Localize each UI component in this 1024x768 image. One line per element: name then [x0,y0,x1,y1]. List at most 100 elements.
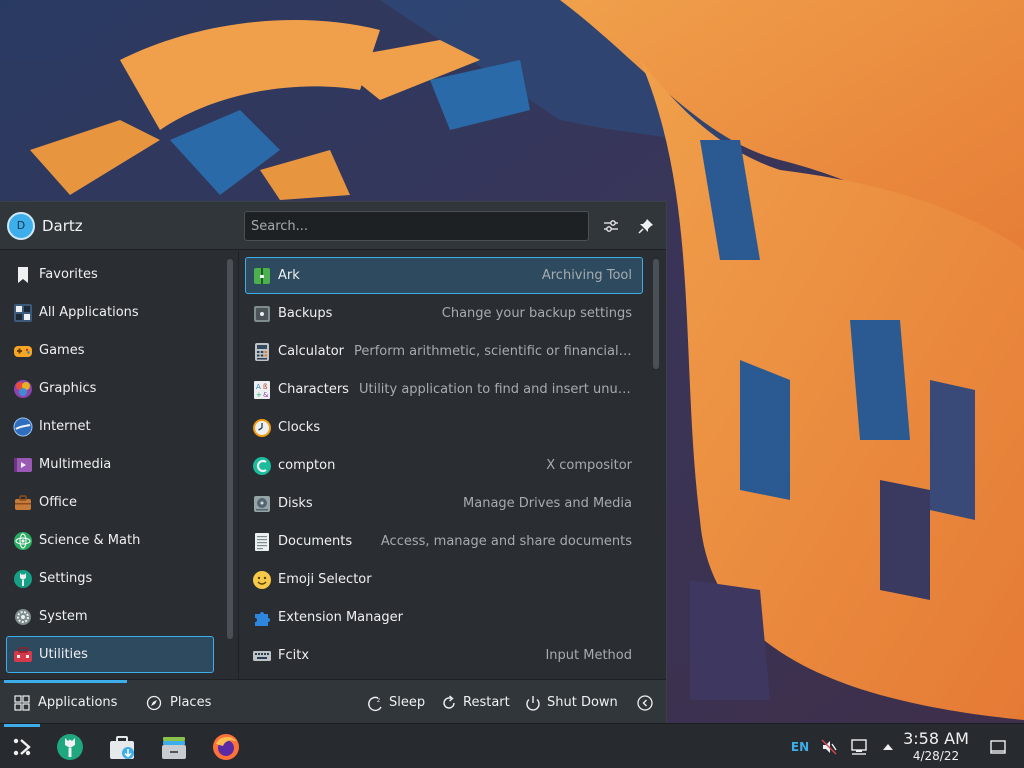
category-office[interactable]: Office [6,484,214,521]
button-label: Restart [463,695,510,710]
pin-icon [638,219,653,234]
app-item-clocks[interactable]: Clocks [245,409,643,446]
app-name: Extension Manager [278,610,403,625]
category-all-applications[interactable]: All Applications [6,294,214,331]
category-system[interactable]: System [6,598,214,635]
clock-icon [252,418,272,438]
firefox-icon [213,733,239,760]
app-description: Manage Drives and Media [463,496,632,511]
app-name: compton [278,458,336,473]
category-label: Multimedia [39,457,112,472]
document-icon [252,532,272,552]
category-label: All Applications [39,305,139,320]
app-description: Utility application to find and insert u… [358,382,632,397]
taskbar-settings-app[interactable] [50,724,90,768]
discover-icon [110,735,134,759]
app-item-ark[interactable]: Ark Archiving Tool [245,257,643,294]
launcher-header: D Dartz [0,202,666,250]
app-item-compton[interactable]: compton X compositor [245,447,643,484]
category-label: Utilities [39,647,88,662]
category-label: System [39,609,88,624]
keyboard-icon [252,646,272,666]
app-item-disks[interactable]: Disks Manage Drives and Media [245,485,643,522]
avatar[interactable]: D [7,212,35,240]
category-label: Internet [39,419,91,434]
sidebar-scrollbar[interactable] [227,259,233,639]
tab-applications[interactable]: Applications [3,680,128,725]
category-label: Science & Math [39,533,141,548]
app-description: X compositor [546,458,632,473]
category-internet[interactable]: Internet [6,408,214,445]
emoji-icon [252,570,272,590]
keyboard-layout-indicator[interactable]: EN [788,724,812,768]
show-desktop-button[interactable] [986,724,1010,768]
taskbar-files-app[interactable] [154,724,194,768]
digital-clock[interactable]: 3:58 AM 4/28/22 [900,730,972,764]
volume-button[interactable] [818,724,840,768]
app-description: Change your backup settings [441,306,632,321]
bookmark-icon [13,265,33,285]
configure-button[interactable] [598,213,624,239]
app-description: Perform arithmetic, scientific or financ… [354,344,632,359]
category-utilities[interactable]: Utilities [6,636,214,673]
app-description: Access, manage and share documents [380,534,632,549]
disk-icon [252,494,272,514]
pin-button[interactable] [633,213,659,239]
category-favorites[interactable]: Favorites [6,256,214,293]
briefcase-icon [13,493,33,513]
clock-time: 3:58 AM [903,729,969,748]
settings-app-icon [57,733,83,760]
characters-icon: Aß + & [252,380,272,400]
app-list-scrollbar[interactable] [653,259,659,369]
application-list: Ark Archiving Tool Backups Change your b… [239,251,666,679]
app-item-calculator[interactable]: Calculator Perform arithmetic, scientifi… [245,333,643,370]
clock-date: 4/28/22 [912,749,960,763]
app-description: Input Method [545,648,632,663]
app-item-fcitx[interactable]: Fcitx Input Method [245,637,643,674]
app-item-documents[interactable]: Documents Access, manage and share docum… [245,523,643,560]
app-name: Documents [278,534,353,549]
network-button[interactable] [848,724,870,768]
app-name: Ark [278,268,300,283]
sleep-button[interactable]: z Sleep [366,680,425,725]
category-science-math[interactable]: Science & Math [6,522,214,559]
launcher-button[interactable] [2,724,42,768]
grid-icon [14,694,30,711]
atom-icon [13,531,33,551]
launcher-icon [13,738,31,755]
category-graphics[interactable]: Graphics [6,370,214,407]
app-item-characters[interactable]: Aß + & Characters Utility application to f… [245,371,643,408]
app-item-emoji-selector[interactable]: Emoji Selector [245,561,643,598]
app-name: Characters [278,382,349,397]
sleep-icon: z [368,696,382,711]
taskbar-discover-app[interactable] [102,724,142,768]
toolbox-icon [13,645,33,665]
wrench-icon [13,569,33,589]
sliders-icon [604,220,618,232]
restart-button[interactable]: Restart [440,680,510,725]
power-icon [526,695,540,711]
svg-text:ß: ß [263,383,268,391]
svg-text:&: & [263,391,269,399]
archive-icon [252,266,272,286]
compass-icon [146,695,162,710]
files-icon [162,736,186,759]
more-options-button[interactable] [636,680,659,725]
globe-icon [13,417,33,437]
button-label: Sleep [389,695,426,710]
category-label: Settings [39,571,93,586]
category-multimedia[interactable]: Multimedia [6,446,214,483]
tab-places[interactable]: Places [146,680,211,725]
search-input[interactable] [244,211,589,241]
restart-icon [443,694,455,709]
taskbar-firefox-app[interactable] [206,724,246,768]
shutdown-button[interactable]: Shut Down [524,680,618,725]
category-settings[interactable]: Settings [6,560,214,597]
volume-muted-icon [821,739,837,754]
app-item-backups[interactable]: Backups Change your backup settings [245,295,643,332]
app-item-extension-manager[interactable]: Extension Manager [245,599,643,636]
tray-expand-button[interactable] [878,724,898,768]
category-games[interactable]: Games [6,332,214,369]
app-description: Archiving Tool [541,268,632,283]
app-name: Calculator [278,344,345,359]
